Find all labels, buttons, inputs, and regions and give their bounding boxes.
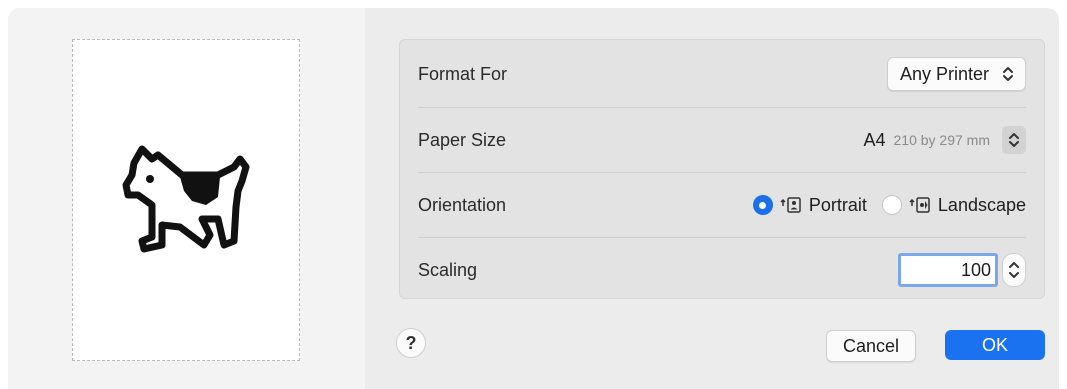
cancel-button[interactable]: Cancel [826, 330, 916, 362]
portrait-icon [780, 196, 802, 214]
paper-size-label: Paper Size [418, 129, 507, 150]
preview-pane [8, 8, 365, 389]
orientation-label: Orientation [418, 194, 507, 215]
scaling-control [898, 253, 1026, 287]
page-setup-dialog: Format For Any Printer Paper Size A4 210… [8, 8, 1059, 389]
format-for-popup[interactable]: Any Printer [886, 57, 1026, 91]
format-for-row: Format For Any Printer [418, 42, 1026, 106]
landscape-icon [909, 196, 931, 214]
paper-size-dimensions: 210 by 297 mm [893, 132, 991, 148]
scaling-label: Scaling [418, 259, 478, 280]
help-button[interactable]: ? [396, 328, 426, 358]
landscape-radio[interactable] [881, 195, 902, 215]
paper-size-popup[interactable]: A4 210 by 297 mm [863, 126, 1026, 154]
portrait-label[interactable]: Portrait [809, 195, 867, 216]
format-for-label: Format For [418, 63, 508, 84]
portrait-radio[interactable] [752, 195, 773, 215]
ok-button[interactable]: OK [945, 330, 1045, 360]
paper-size-name: A4 [863, 129, 886, 150]
landscape-label[interactable]: Landscape [938, 195, 1026, 216]
scaling-row: Scaling [418, 238, 1026, 302]
format-for-value: Any Printer [899, 63, 989, 84]
dogcow-icon [122, 145, 250, 253]
settings-panel: Format For Any Printer Paper Size A4 210… [399, 39, 1045, 299]
orientation-options: Portrait Landscape [752, 195, 1026, 216]
page-preview [72, 39, 300, 361]
scaling-input[interactable] [898, 253, 998, 287]
updown-chevron-icon [999, 63, 1017, 85]
updown-chevron-icon[interactable] [1002, 126, 1026, 154]
scaling-stepper[interactable] [1002, 253, 1026, 287]
help-icon: ? [405, 332, 417, 353]
paper-size-row: Paper Size A4 210 by 297 mm [418, 108, 1026, 172]
orientation-row: Orientation Portrait Landscape [418, 173, 1026, 237]
